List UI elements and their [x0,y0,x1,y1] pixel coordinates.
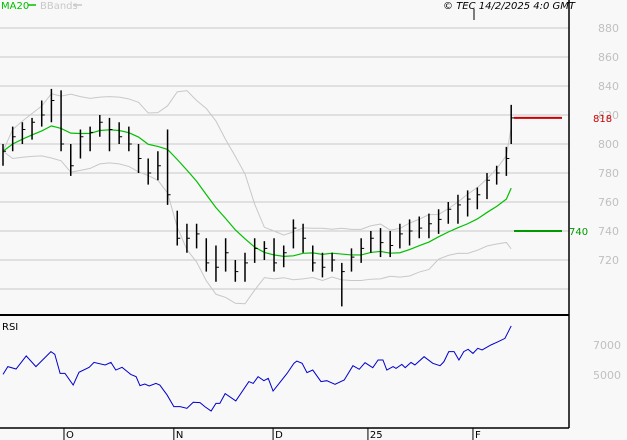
rsi-tick-label-70: 7000 [593,339,621,352]
x-tick-label: F [475,430,481,440]
y-tick-label-800: 800 [598,138,619,151]
price-bars [2,88,515,307]
x-axis: O N D 25 F [63,428,481,440]
copyright-timestamp: © TEC 14/2/2025 4:0 GMT [443,1,576,12]
y-tick-label-880: 880 [598,22,619,35]
y-tick-label-840: 840 [598,80,619,93]
y-tick-label-720: 720 [598,254,619,267]
rsi-line [2,325,512,412]
support-label: 740 [569,227,588,238]
ma20-line-group [2,125,512,257]
x-tick-label: N [176,430,183,440]
resistance-label: 818 [593,114,612,125]
bollinger-upper-band [2,90,512,236]
y-tick-label-740: 740 [598,225,619,238]
price-grid: 880860840820800780760740720 [0,22,619,290]
bollinger-bands [2,90,512,305]
price-rsi-chart: 880860840820800780760740720 818740 70005… [0,0,621,440]
bollinger-lower-band [2,150,512,305]
x-tick-label: D [275,430,283,440]
legend-bbands: BBands [40,1,78,12]
x-tick-label: 25 [370,430,383,440]
ma20-line [2,125,512,257]
y-tick-label-860: 860 [598,51,619,64]
rsi-tick-label-50: 5000 [593,369,621,382]
y-tick-label-760: 760 [598,196,619,209]
legend-ma20: MA20 [1,1,29,12]
rsi-panel: 7000 5000 [2,325,621,412]
y-tick-label-780: 780 [598,167,619,180]
rsi-label: RSI [2,322,18,333]
x-tick-label: O [66,430,74,440]
